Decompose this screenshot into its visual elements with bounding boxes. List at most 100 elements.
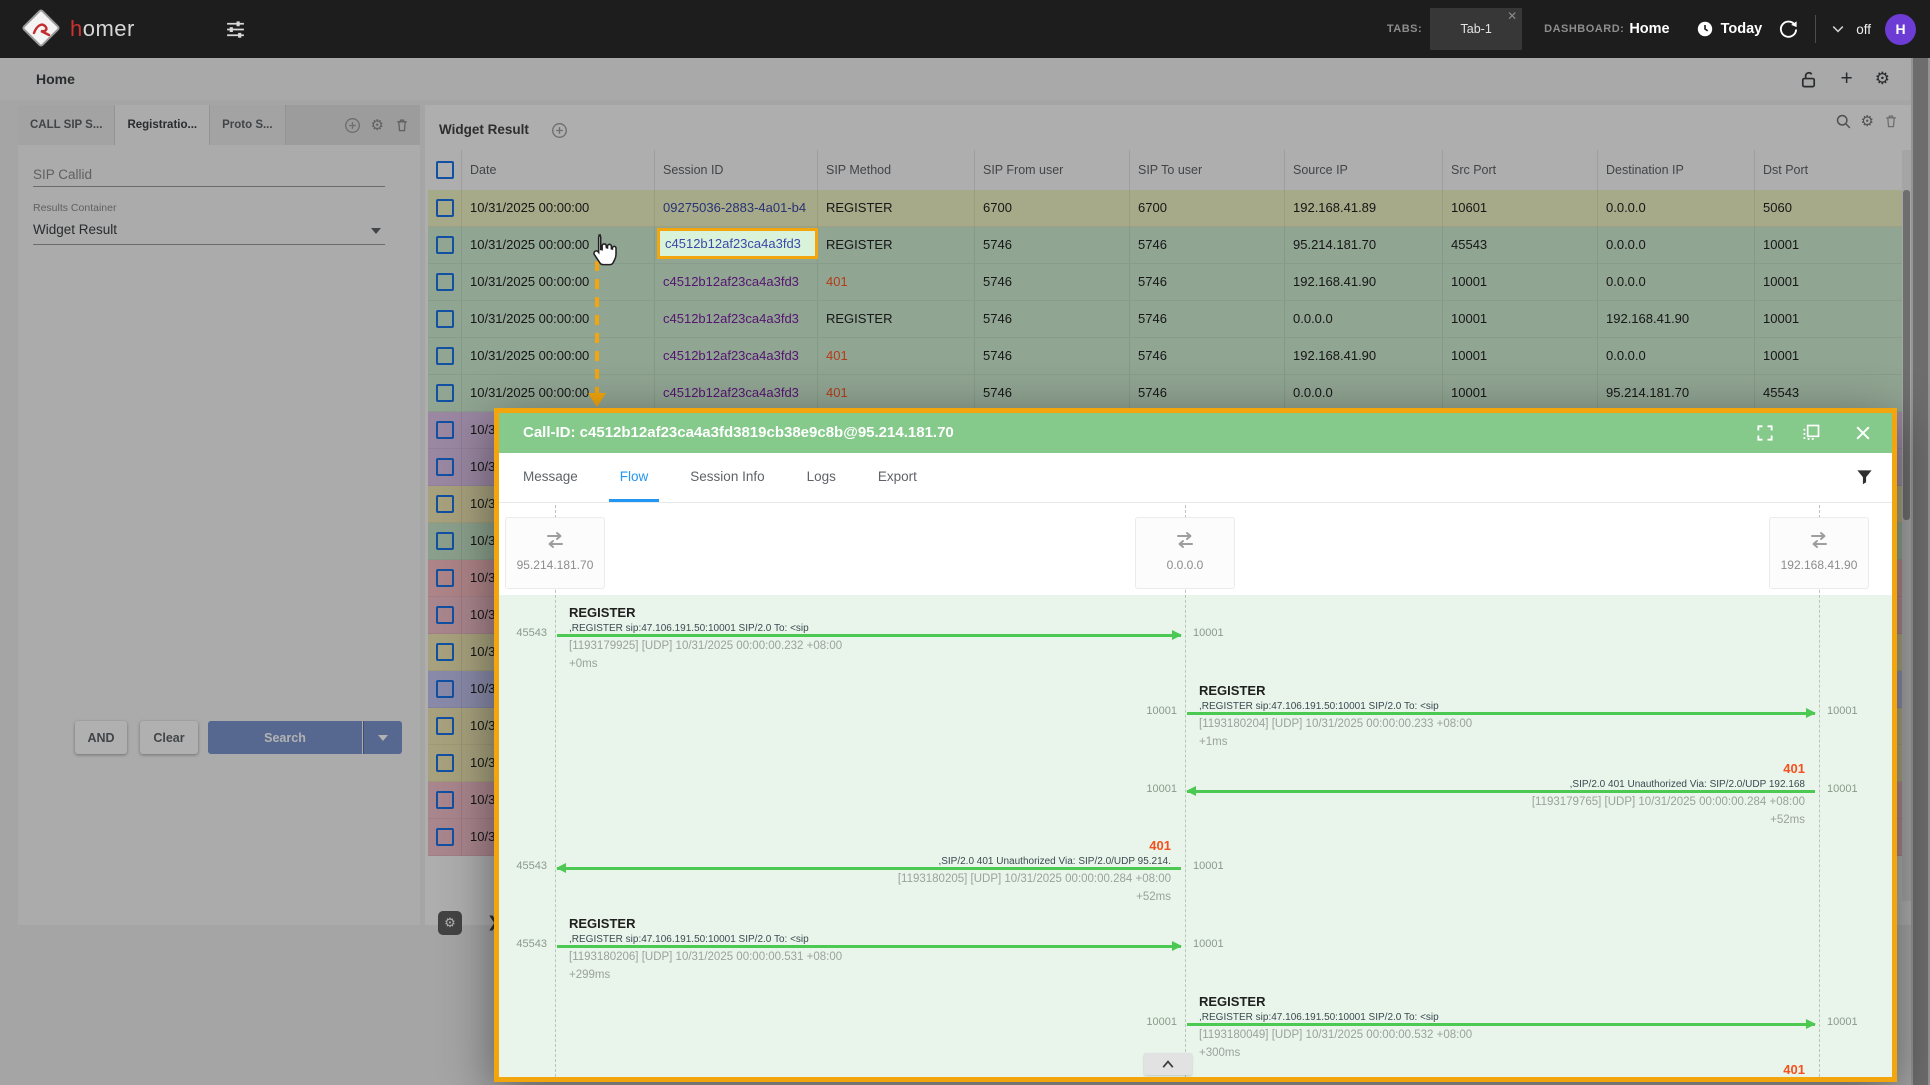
modal-tab[interactable]: Message — [512, 453, 589, 502]
flow-actor-card[interactable]: 192.168.41.90 — [1769, 517, 1869, 589]
fullscreen-icon[interactable] — [1755, 423, 1775, 443]
homer-app-window: homer TABS: Tab-1 ✕ DASHBOARD: Home Toda… — [0, 0, 1930, 1085]
flow-message-detail: ,REGISTER sip:47.106.191.50:10001 SIP/2.… — [1199, 1012, 1439, 1023]
homer-logo-mark — [31, 19, 53, 39]
flow-next-message-partial[interactable]: 401 — [1783, 1062, 1805, 1077]
flow-right-port: 10001 — [1193, 627, 1224, 639]
flow-message-delta: +0ms — [569, 658, 597, 670]
time-range-label: Today — [1721, 21, 1763, 37]
modal-tab[interactable]: Session Info — [679, 453, 775, 502]
call-id-title: Call-ID: c4512b12af23ca4a3fd3819cb38e9c8… — [523, 413, 954, 453]
flow-message-detail: ,SIP/2.0 401 Unauthorized Via: SIP/2.0/U… — [1570, 779, 1805, 790]
flow-message-meta: [1193180049] [UDP] 10/31/2025 00:00:00.5… — [1199, 1029, 1472, 1041]
modal-tab[interactable]: Export — [867, 453, 928, 502]
flow-message-detail: ,REGISTER sip:47.106.191.50:10001 SIP/2.… — [569, 623, 809, 634]
modal-tabbar: Message Flow Session Info Logs Export — [499, 453, 1892, 503]
flow-lifeline — [1819, 505, 1820, 1077]
flow-message-method: REGISTER — [569, 605, 635, 620]
flow-message-meta: [1193179765] [UDP] 10/31/2025 00:00:00.2… — [1532, 796, 1805, 808]
flow-message-method: REGISTER — [1199, 994, 1265, 1009]
chevron-down-icon[interactable] — [1830, 21, 1846, 37]
flow-arrowhead-icon — [1186, 786, 1196, 796]
navbar-right-cluster: TABS: Tab-1 ✕ DASHBOARD: Home Today off — [1387, 8, 1930, 50]
flow-message-meta: [1193179925] [UDP] 10/31/2025 00:00:00.2… — [569, 640, 842, 652]
flow-arrow — [1187, 1023, 1815, 1026]
flow-actor-card[interactable]: 0.0.0.0 — [1135, 517, 1235, 589]
brand-rest: omer — [83, 16, 135, 41]
flow-actor-card[interactable]: 95.214.181.70 — [505, 517, 605, 589]
flow-arrow — [1187, 712, 1815, 715]
flow-message-meta: [1193180206] [UDP] 10/31/2025 00:00:00.5… — [569, 951, 842, 963]
flow-arrow — [557, 867, 1181, 870]
flow-right-port: 10001 — [1193, 860, 1224, 872]
flow-left-port: 10001 — [1146, 783, 1177, 795]
user-avatar[interactable]: H — [1885, 14, 1916, 45]
transfer-arrows-icon — [542, 528, 568, 552]
actor-ip-label: 95.214.181.70 — [517, 558, 594, 572]
flow-message-delta: +299ms — [569, 969, 610, 981]
highlighted-session-id-link[interactable]: c4512b12af23ca4a3fd3 — [660, 231, 815, 256]
flow-message-method: REGISTER — [1199, 683, 1265, 698]
close-icon[interactable] — [1853, 423, 1873, 443]
flow-arrowhead-icon — [1806, 1019, 1816, 1029]
click-trail-arrow — [588, 393, 606, 407]
dashboard-label: DASHBOARD: — [1544, 23, 1624, 35]
flow-arrow — [557, 634, 1181, 637]
flow-left-port: 10001 — [1146, 705, 1177, 717]
modal-tab[interactable]: Flow — [609, 453, 660, 502]
top-navbar: homer TABS: Tab-1 ✕ DASHBOARD: Home Toda… — [0, 0, 1930, 58]
flow-left-port: 45543 — [516, 627, 547, 639]
brand-name: homer — [70, 16, 135, 42]
brand-first-letter: h — [70, 16, 83, 41]
tune-icon[interactable] — [225, 19, 246, 40]
toggle-off-label[interactable]: off — [1856, 22, 1871, 37]
flow-message-detail: ,REGISTER sip:47.106.191.50:10001 SIP/2.… — [1199, 701, 1439, 712]
modal-inner: Call-ID: c4512b12af23ca4a3fd3819cb38e9c8… — [499, 413, 1892, 1077]
flow-arrow — [1187, 790, 1815, 793]
flow-message-detail: ,SIP/2.0 401 Unauthorized Via: SIP/2.0/U… — [938, 856, 1171, 867]
call-flow-modal: Call-ID: c4512b12af23ca4a3fd3819cb38e9c8… — [494, 408, 1897, 1082]
actor-ip-label: 192.168.41.90 — [1781, 558, 1858, 572]
click-trail-dashed-line — [595, 261, 599, 395]
navbar-divider — [1815, 15, 1816, 43]
flow-message-meta: [1193180204] [UDP] 10/31/2025 00:00:00.2… — [1199, 718, 1472, 730]
flow-left-port: 45543 — [516, 860, 547, 872]
modal-header: Call-ID: c4512b12af23ca4a3fd3819cb38e9c8… — [499, 413, 1892, 453]
homer-logo[interactable] — [22, 9, 62, 49]
flow-arrow — [557, 945, 1181, 948]
close-tab-icon[interactable]: ✕ — [1507, 9, 1517, 23]
flow-arrowhead-icon — [1172, 941, 1182, 951]
flow-right-port: 10001 — [1827, 1016, 1858, 1028]
flow-arrowhead-icon — [1806, 708, 1816, 718]
flow-message-meta: [1193180205] [UDP] 10/31/2025 00:00:00.2… — [898, 873, 1171, 885]
modal-tab[interactable]: Logs — [796, 453, 847, 502]
flow-lifeline — [555, 505, 556, 1077]
flow-message-method: REGISTER — [569, 916, 635, 931]
dashboard-name[interactable]: Home — [1629, 21, 1669, 37]
tab-1-label: Tab-1 — [1461, 22, 1492, 36]
tabs-label: TABS: — [1387, 23, 1422, 35]
chevron-up-icon — [1160, 1058, 1176, 1070]
flow-message-delta: +52ms — [1770, 814, 1805, 826]
time-range-button[interactable]: Today — [1696, 20, 1763, 38]
flow-message-method: 401 — [1149, 838, 1171, 853]
actor-ip-label: 0.0.0.0 — [1167, 558, 1204, 572]
filter-icon[interactable] — [1855, 467, 1874, 488]
flow-left-port: 45543 — [516, 938, 547, 950]
flow-arrowhead-icon — [1172, 630, 1182, 640]
flow-left-port: 10001 — [1146, 1016, 1177, 1028]
flow-right-port: 10001 — [1827, 783, 1858, 795]
flow-message-delta: +1ms — [1199, 736, 1227, 748]
scroll-up-button[interactable] — [1144, 1053, 1192, 1075]
flow-arrowhead-icon — [556, 863, 566, 873]
flow-message-detail: ,REGISTER sip:47.106.191.50:10001 SIP/2.… — [569, 934, 809, 945]
flow-right-port: 10001 — [1827, 705, 1858, 717]
mouse-cursor-hand-icon — [586, 233, 618, 269]
flow-message-delta: +52ms — [1136, 891, 1171, 903]
highlighted-session-id-cell[interactable]: c4512b12af23ca4a3fd3 — [657, 228, 818, 259]
refresh-icon[interactable] — [1778, 19, 1799, 40]
flow-right-port: 10001 — [1193, 938, 1224, 950]
copy-window-icon[interactable] — [1801, 423, 1821, 443]
dashboard-tab-1[interactable]: Tab-1 ✕ — [1430, 8, 1522, 50]
flow-message-method: 401 — [1783, 761, 1805, 776]
